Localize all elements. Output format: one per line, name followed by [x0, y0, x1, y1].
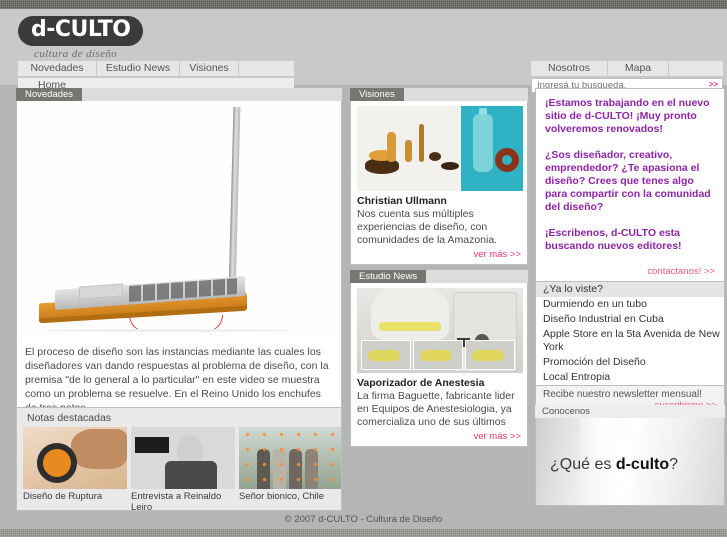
- nota-thumbnail-3: [239, 427, 341, 489]
- link-item-3[interactable]: Apple Store en la 5ta Avenida de New Yor…: [536, 327, 724, 355]
- detail-thumb-1: [361, 340, 411, 370]
- nota-item-2[interactable]: Entrevista a Reinaldo Leiro: [131, 427, 235, 510]
- conocenos-banner[interactable]: ¿Qué es d-culto?: [535, 418, 725, 506]
- promo-panel: ¡Estamos trabajando en el nuevo sitio de…: [535, 88, 725, 282]
- page-root: d-CULTO cultura de diseño Novedades Estud…: [0, 0, 727, 545]
- notas-destacadas-title: Notas destacadas: [27, 412, 112, 424]
- visiones-card: Christian Ullmann Nos cuenta sus múltipl…: [350, 101, 528, 265]
- nav-tab-spacer-right: [669, 61, 723, 76]
- estudio-description: La firma Baguette, fabricante lider en E…: [357, 390, 515, 428]
- nota-caption-2[interactable]: Entrevista a Reinaldo Leiro: [131, 489, 235, 510]
- estudio-section-label: Estudio News: [350, 270, 427, 283]
- nav-tab-nosotros[interactable]: Nosotros: [531, 61, 608, 76]
- link-item-2[interactable]: Diseño Industrial en Cuba: [536, 312, 724, 327]
- photo-shadow: [43, 329, 293, 332]
- visiones-photo-right: [461, 106, 523, 191]
- conocenos-headline-pre: ¿Qué es: [550, 456, 616, 473]
- visiones-title[interactable]: Christian Ullmann: [357, 195, 521, 207]
- vaporizer-body-shape: [371, 288, 449, 340]
- column-right: ¡Estamos trabajando en el nuevo sitio de…: [535, 88, 725, 416]
- person-body-shape: [165, 461, 217, 489]
- nota-caption-3[interactable]: Señor bionico, Chile: [239, 489, 341, 502]
- detail-thumb-2: [413, 340, 463, 370]
- vaporizer-band-shape: [379, 322, 441, 331]
- glass-bottle-shape: [473, 114, 493, 172]
- novedades-body-text: El proceso de diseño son las instancias …: [25, 346, 329, 414]
- plate-shape: [441, 162, 459, 170]
- visiones-section-label: Visiones: [350, 88, 404, 101]
- link-item-5[interactable]: Local Entropia: [536, 370, 724, 385]
- promo-paragraph-1: ¡Estamos trabajando en el nuevo sitio de…: [545, 97, 710, 135]
- estudio-section-header: Estudio News: [350, 270, 528, 283]
- nav-tab-spacer: [239, 61, 294, 76]
- nav-tab-novedades[interactable]: Novedades: [18, 61, 97, 76]
- visiones-thumbnail[interactable]: [357, 106, 523, 191]
- novedades-panel: El proceso de diseño son las instancias …: [16, 101, 342, 432]
- conocenos-section: Conocenos ¿Qué es d-culto?: [535, 405, 725, 506]
- laptop-photo: [17, 101, 341, 341]
- site-logo[interactable]: d-CULTO cultura de diseño: [18, 16, 144, 60]
- nota-caption-1[interactable]: Diseño de Ruptura: [23, 489, 127, 502]
- nota-item-3[interactable]: Señor bionico, Chile: [239, 427, 341, 510]
- nota-thumbnail-2: [131, 427, 235, 489]
- estudio-thumbnail[interactable]: [357, 288, 523, 373]
- confetti-dots: [239, 427, 341, 489]
- column-middle: Visiones Christian Ullmann Nos cuenta su…: [350, 88, 528, 447]
- logo-tagline: cultura de diseño: [34, 48, 118, 60]
- link-item-4[interactable]: Promoción del Diseño: [536, 355, 724, 370]
- nota-thumbnail-1: [23, 427, 127, 489]
- conocenos-headline-brand: d-culto: [615, 456, 670, 473]
- conocenos-section-header: Conocenos: [535, 405, 725, 418]
- wall-frame-shape: [135, 437, 169, 453]
- nav-tab-mapa[interactable]: Mapa: [608, 61, 669, 76]
- primary-nav: Novedades Estudio News Visiones: [18, 61, 294, 76]
- notas-destacadas-panel: Notas destacadas Diseño de Ruptura Entre…: [16, 407, 342, 511]
- estudio-title[interactable]: Vaporizador de Anestesia: [357, 377, 521, 389]
- vessel-shape-4: [429, 152, 441, 161]
- conocenos-section-label: Conocenos: [542, 406, 591, 417]
- secondary-nav: Nosotros Mapa: [531, 61, 723, 76]
- site-header: d-CULTO cultura de diseño Novedades Estud…: [0, 9, 727, 93]
- link-item-1[interactable]: Durmiendo en un tubo: [536, 297, 724, 312]
- vessel-shape-1: [387, 132, 396, 162]
- visiones-description: Nos cuenta sus múltiples experiencias de…: [357, 208, 498, 246]
- novedades-feature-image[interactable]: [17, 101, 341, 341]
- site-footer: © 2007 d-CULTO - Cultura de Diseño: [284, 514, 443, 525]
- conocenos-headline: ¿Qué es d-culto?: [550, 456, 678, 474]
- contact-link[interactable]: contactanos! >>: [545, 266, 715, 277]
- nota-item-1[interactable]: Diseño de Ruptura: [23, 427, 127, 510]
- detail-thumb-3: [465, 340, 515, 370]
- bottom-texture-strip: [0, 529, 727, 537]
- visiones-section-header: Visiones: [350, 88, 528, 101]
- notas-list: Diseño de Ruptura Entrevista a Reinaldo …: [17, 427, 341, 510]
- column-left: Novedades El proceso de diseño son las i…: [16, 88, 342, 432]
- anesthesia-photo: [357, 288, 523, 373]
- nav-tab-estudio-news[interactable]: Estudio News: [97, 61, 180, 76]
- hand-shape: [71, 429, 127, 469]
- vessel-shape-2: [405, 140, 412, 162]
- promo-paragraph-3: ¡Escribenos, d-CULTO esta buscando nuevo…: [545, 227, 682, 252]
- bottom-fill: [0, 537, 727, 545]
- links-panel-header: ¿Ya lo viste?: [536, 282, 724, 297]
- vessel-shape-3: [419, 124, 424, 162]
- promo-paragraph-2: ¿Sos diseñador, creativo, emprendedor? ¿…: [545, 149, 711, 213]
- novedades-section-label: Novedades: [16, 88, 83, 101]
- visiones-photo-left: [357, 106, 461, 191]
- ring-object-shape: [495, 148, 519, 172]
- novedades-section-header: Novedades: [16, 88, 342, 101]
- watch-shape: [37, 443, 77, 483]
- visiones-read-more-link[interactable]: ver más >>: [357, 249, 521, 260]
- estudio-read-more-link[interactable]: ver más >>: [357, 431, 521, 442]
- conocenos-headline-post: ?: [669, 456, 679, 473]
- links-panel: ¿Ya lo viste? Durmiendo en un tubo Diseñ…: [535, 282, 725, 386]
- logo-badge: d-CULTO: [18, 16, 144, 46]
- estudio-card: Vaporizador de Anestesia La firma Baguet…: [350, 283, 528, 447]
- laptop-lid: [228, 107, 241, 293]
- newsletter-text: Recibe nuestro newsletter mensual!: [543, 389, 702, 400]
- nav-tab-visiones[interactable]: Visiones: [180, 61, 239, 76]
- top-texture-strip: [0, 0, 727, 9]
